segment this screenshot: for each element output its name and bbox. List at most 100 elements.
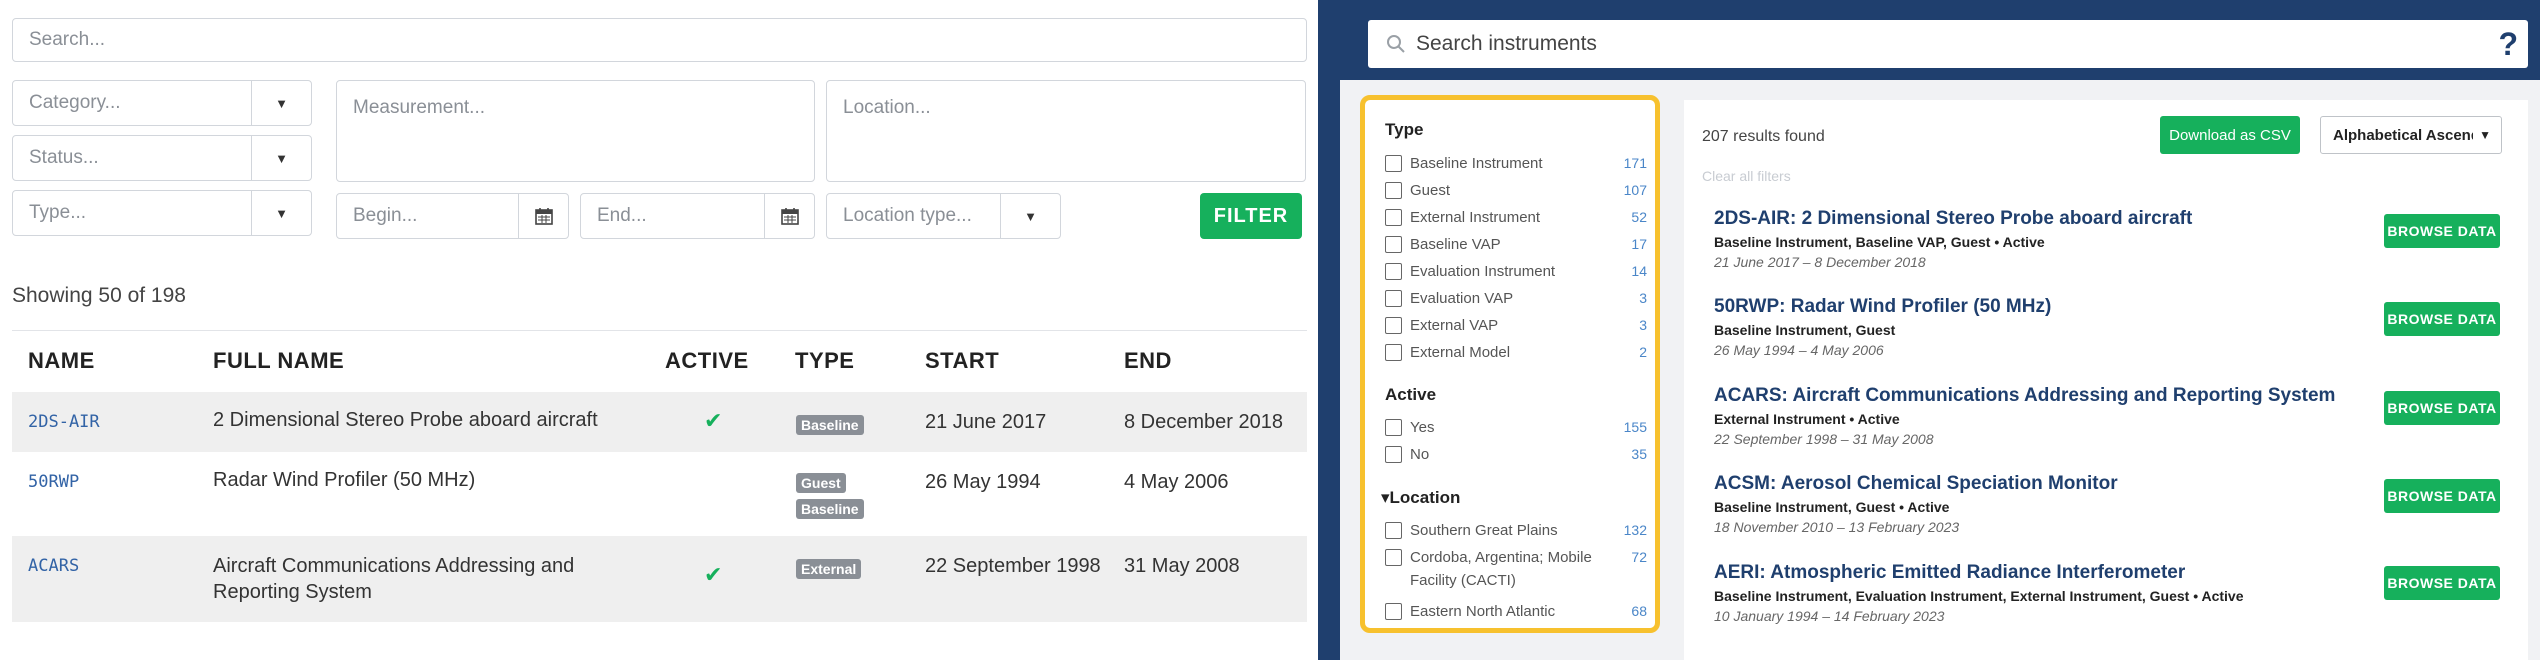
- panel-divider: [1318, 0, 1340, 660]
- status-placeholder: Status...: [29, 147, 99, 168]
- chevron-down-icon[interactable]: ▼: [251, 191, 311, 235]
- checkbox[interactable]: [1385, 419, 1402, 436]
- facet-option[interactable]: Cordoba, Argentina; Mobile Facility (CAC…: [1385, 546, 1647, 592]
- measurement-input[interactable]: Measurement...: [336, 80, 815, 182]
- checkbox[interactable]: [1385, 317, 1402, 334]
- download-csv-button[interactable]: Download as CSV: [2160, 116, 2300, 154]
- facet-option[interactable]: Baseline VAP 17: [1385, 233, 1647, 256]
- results-summary: Showing 50 of 198: [12, 284, 186, 307]
- facet-label: External Model: [1410, 344, 1511, 361]
- facet-option[interactable]: Yes 155: [1385, 416, 1647, 439]
- status-select[interactable]: Status... ▼: [12, 135, 312, 181]
- chevron-down-icon[interactable]: ▼: [251, 136, 311, 180]
- category-select[interactable]: Category... ▼: [12, 80, 312, 126]
- browse-data-button[interactable]: BROWSE DATA: [2384, 391, 2500, 425]
- col-header-active[interactable]: ACTIVE: [665, 348, 749, 374]
- start-date: 26 May 1994: [925, 471, 1041, 493]
- result-dates: 18 November 2010 – 13 February 2023: [1714, 519, 1960, 535]
- checkbox[interactable]: [1385, 549, 1402, 566]
- category-placeholder: Category...: [29, 92, 121, 113]
- instrument-code-link[interactable]: 50RWP: [28, 472, 79, 492]
- facet-option[interactable]: External Instrument 52: [1385, 206, 1647, 229]
- facet-heading-location[interactable]: ▾Location: [1381, 488, 1460, 508]
- type-select[interactable]: Type... ▼: [12, 190, 312, 236]
- facet-option[interactable]: Guest 107: [1385, 179, 1647, 202]
- end-placeholder: End...: [597, 205, 647, 226]
- facet-label: No: [1410, 446, 1430, 463]
- facet-option[interactable]: External VAP 3: [1385, 314, 1647, 337]
- help-icon[interactable]: ?: [2498, 26, 2518, 63]
- facet-option[interactable]: Evaluation Instrument 14: [1385, 260, 1647, 283]
- table-row[interactable]: ACARS Aircraft Communications Addressing…: [12, 536, 1307, 622]
- type-badge: Baseline: [796, 415, 864, 435]
- instrument-search-input[interactable]: Search instruments ?: [1368, 20, 2528, 68]
- location-type-select[interactable]: Location type... ▼: [826, 193, 1061, 239]
- facet-count: 72: [1631, 549, 1647, 565]
- browse-data-button[interactable]: BROWSE DATA: [2384, 479, 2500, 513]
- instrument-full-name: Radar Wind Profiler (50 MHz): [213, 469, 476, 491]
- instrument-code-link[interactable]: ACARS: [28, 556, 79, 576]
- location-type-placeholder: Location type...: [843, 205, 972, 226]
- begin-placeholder: Begin...: [353, 205, 418, 226]
- browse-data-button[interactable]: BROWSE DATA: [2384, 214, 2500, 248]
- calendar-icon[interactable]: [764, 194, 814, 238]
- sort-select[interactable]: Alphabetical Ascending ▼: [2320, 116, 2502, 154]
- full-name-line-1: Aircraft Communications Addressing and: [213, 555, 575, 577]
- clear-filters-link[interactable]: Clear all filters: [1702, 168, 1791, 184]
- checkbox[interactable]: [1385, 344, 1402, 361]
- table-row[interactable]: 2DS-AIR 2 Dimensional Stereo Probe aboar…: [12, 392, 1307, 452]
- facet-label: External Instrument: [1410, 209, 1541, 226]
- search-icon: [1386, 34, 1406, 54]
- type-badge: External: [796, 559, 862, 579]
- checkbox[interactable]: [1385, 236, 1402, 253]
- type-placeholder: Type...: [29, 202, 87, 223]
- col-header-name[interactable]: NAME: [28, 348, 95, 374]
- col-header-full-name[interactable]: FULL NAME: [213, 348, 344, 374]
- results-count: 207 results found: [1702, 128, 1825, 145]
- checkbox[interactable]: [1385, 263, 1402, 280]
- facet-option[interactable]: Eastern North Atlantic 68: [1385, 600, 1647, 623]
- filter-button[interactable]: FILTER: [1200, 193, 1302, 239]
- table-divider: [12, 330, 1307, 331]
- facet-count: 35: [1631, 446, 1647, 462]
- instrument-code-link[interactable]: 2DS-AIR: [28, 412, 100, 432]
- check-icon: ✔: [704, 562, 723, 587]
- checkbox[interactable]: [1385, 603, 1402, 620]
- facet-heading-active: Active: [1385, 385, 1437, 404]
- facet-count: 107: [1623, 182, 1647, 198]
- checkbox[interactable]: [1385, 522, 1402, 539]
- checkbox[interactable]: [1385, 155, 1402, 172]
- facet-option[interactable]: Southern Great Plains 132: [1385, 519, 1647, 542]
- facet-option[interactable]: Evaluation VAP 3: [1385, 287, 1647, 310]
- calendar-icon[interactable]: [518, 194, 568, 238]
- end-date-input[interactable]: End...: [580, 193, 815, 239]
- search-input[interactable]: Search...: [12, 18, 1307, 62]
- checkbox[interactable]: [1385, 446, 1402, 463]
- facet-label: Yes: [1410, 419, 1435, 436]
- col-header-end[interactable]: END: [1124, 348, 1172, 374]
- col-header-start[interactable]: START: [925, 348, 999, 374]
- facet-option[interactable]: Baseline Instrument 171: [1385, 152, 1647, 175]
- classic-search-panel: Search... Category... ▼ Status... ▼ Type…: [0, 0, 1318, 660]
- checkbox[interactable]: [1385, 209, 1402, 226]
- search-placeholder: Search...: [29, 29, 106, 50]
- type-badge: Guest: [796, 473, 846, 493]
- browse-data-button[interactable]: BROWSE DATA: [2384, 566, 2500, 600]
- checkbox[interactable]: [1385, 182, 1402, 199]
- col-header-type[interactable]: TYPE: [795, 348, 854, 374]
- result-dates: 21 June 2017 – 8 December 2018: [1714, 254, 1926, 270]
- location-input[interactable]: Location...: [826, 80, 1306, 182]
- facet-label: Eastern North Atlantic: [1410, 603, 1556, 620]
- table-row[interactable]: 50RWP Radar Wind Profiler (50 MHz) Guest…: [12, 452, 1307, 536]
- checkbox[interactable]: [1385, 290, 1402, 307]
- faceted-search-panel: Search instruments ? Type Baseline Instr…: [1340, 0, 2540, 660]
- facet-count: 2: [1639, 344, 1647, 360]
- begin-date-input[interactable]: Begin...: [336, 193, 569, 239]
- facet-option[interactable]: External Model 2: [1385, 341, 1647, 364]
- facet-count: 17: [1631, 236, 1647, 252]
- browse-data-button[interactable]: BROWSE DATA: [2384, 302, 2500, 336]
- facet-option[interactable]: No 35: [1385, 443, 1647, 466]
- chevron-down-icon[interactable]: ▼: [1000, 194, 1060, 238]
- facet-count: 171: [1623, 155, 1647, 171]
- chevron-down-icon[interactable]: ▼: [251, 81, 311, 125]
